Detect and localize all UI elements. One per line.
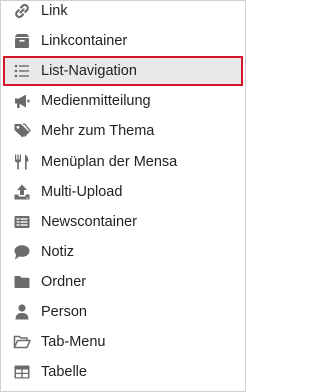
menu-item-label: Multi-Upload bbox=[41, 183, 123, 200]
folder-open-icon bbox=[13, 333, 31, 351]
link-icon bbox=[13, 2, 31, 20]
menu-item-person[interactable]: Person bbox=[1, 297, 245, 327]
upload-icon bbox=[13, 183, 31, 201]
menu-item-label: Mehr zum Thema bbox=[41, 123, 155, 140]
menu-item-list-navigation[interactable]: List-Navigation bbox=[3, 56, 243, 87]
user-icon bbox=[13, 303, 31, 321]
newspaper-icon bbox=[13, 213, 31, 231]
menu-item-link[interactable]: Link bbox=[1, 1, 245, 26]
megaphone-icon bbox=[13, 92, 31, 110]
tags-icon bbox=[13, 122, 31, 140]
content-type-menu: Link Linkcontainer List-Navigation Medie… bbox=[1, 1, 245, 387]
menu-item-notiz[interactable]: Notiz bbox=[1, 237, 245, 267]
menu-item-medienmitteilung[interactable]: Medienmitteilung bbox=[1, 86, 245, 116]
menu-item-label: Person bbox=[41, 303, 87, 320]
menu-item-tab-menu[interactable]: Tab-Menu bbox=[1, 327, 245, 357]
box-icon bbox=[13, 32, 31, 50]
menu-item-label: Tab-Menu bbox=[41, 334, 106, 351]
menu-item-label: Linkcontainer bbox=[41, 33, 128, 50]
menu-item-mehr-zum-thema[interactable]: Mehr zum Thema bbox=[1, 116, 245, 146]
menu-item-label: Tabelle bbox=[41, 364, 87, 381]
menu-item-menueplan[interactable]: Menüplan der Mensa bbox=[1, 146, 245, 176]
menu-item-label: List-Navigation bbox=[41, 63, 137, 80]
menu-item-tabelle[interactable]: Tabelle bbox=[1, 357, 245, 387]
comment-icon bbox=[13, 243, 31, 261]
table-icon bbox=[13, 363, 31, 381]
menu-item-label: Menüplan der Mensa bbox=[41, 153, 178, 170]
menu-item-multi-upload[interactable]: Multi-Upload bbox=[1, 177, 245, 207]
list-icon bbox=[13, 62, 31, 80]
folder-icon bbox=[13, 273, 31, 291]
menu-item-label: Newscontainer bbox=[41, 213, 137, 230]
menu-item-label: Ordner bbox=[41, 273, 87, 290]
cutlery-icon bbox=[13, 153, 31, 171]
menu-item-label: Link bbox=[41, 3, 68, 20]
menu-item-newscontainer[interactable]: Newscontainer bbox=[1, 207, 245, 237]
menu-item-linkcontainer[interactable]: Linkcontainer bbox=[1, 26, 245, 56]
menu-item-label: Notiz bbox=[41, 243, 75, 260]
menu-item-label: Medienmitteilung bbox=[41, 93, 151, 110]
menu-item-ordner[interactable]: Ordner bbox=[1, 267, 245, 297]
content-type-list: Link Linkcontainer List-Navigation Medie… bbox=[0, 0, 246, 392]
